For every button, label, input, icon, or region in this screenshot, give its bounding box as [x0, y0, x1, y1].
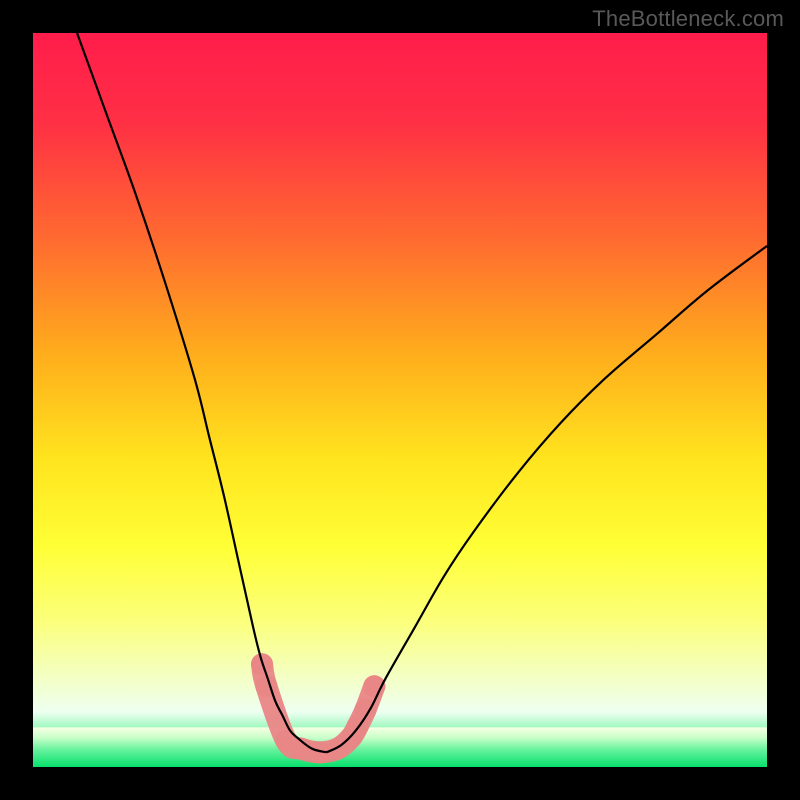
green-band — [33, 727, 767, 767]
outer-frame: TheBottleneck.com — [0, 0, 800, 800]
chart-svg — [33, 33, 767, 767]
marker-dot — [255, 675, 277, 697]
watermark-text: TheBottleneck.com — [592, 6, 784, 32]
gradient-background — [33, 33, 767, 767]
chart-plot-area — [33, 33, 767, 767]
